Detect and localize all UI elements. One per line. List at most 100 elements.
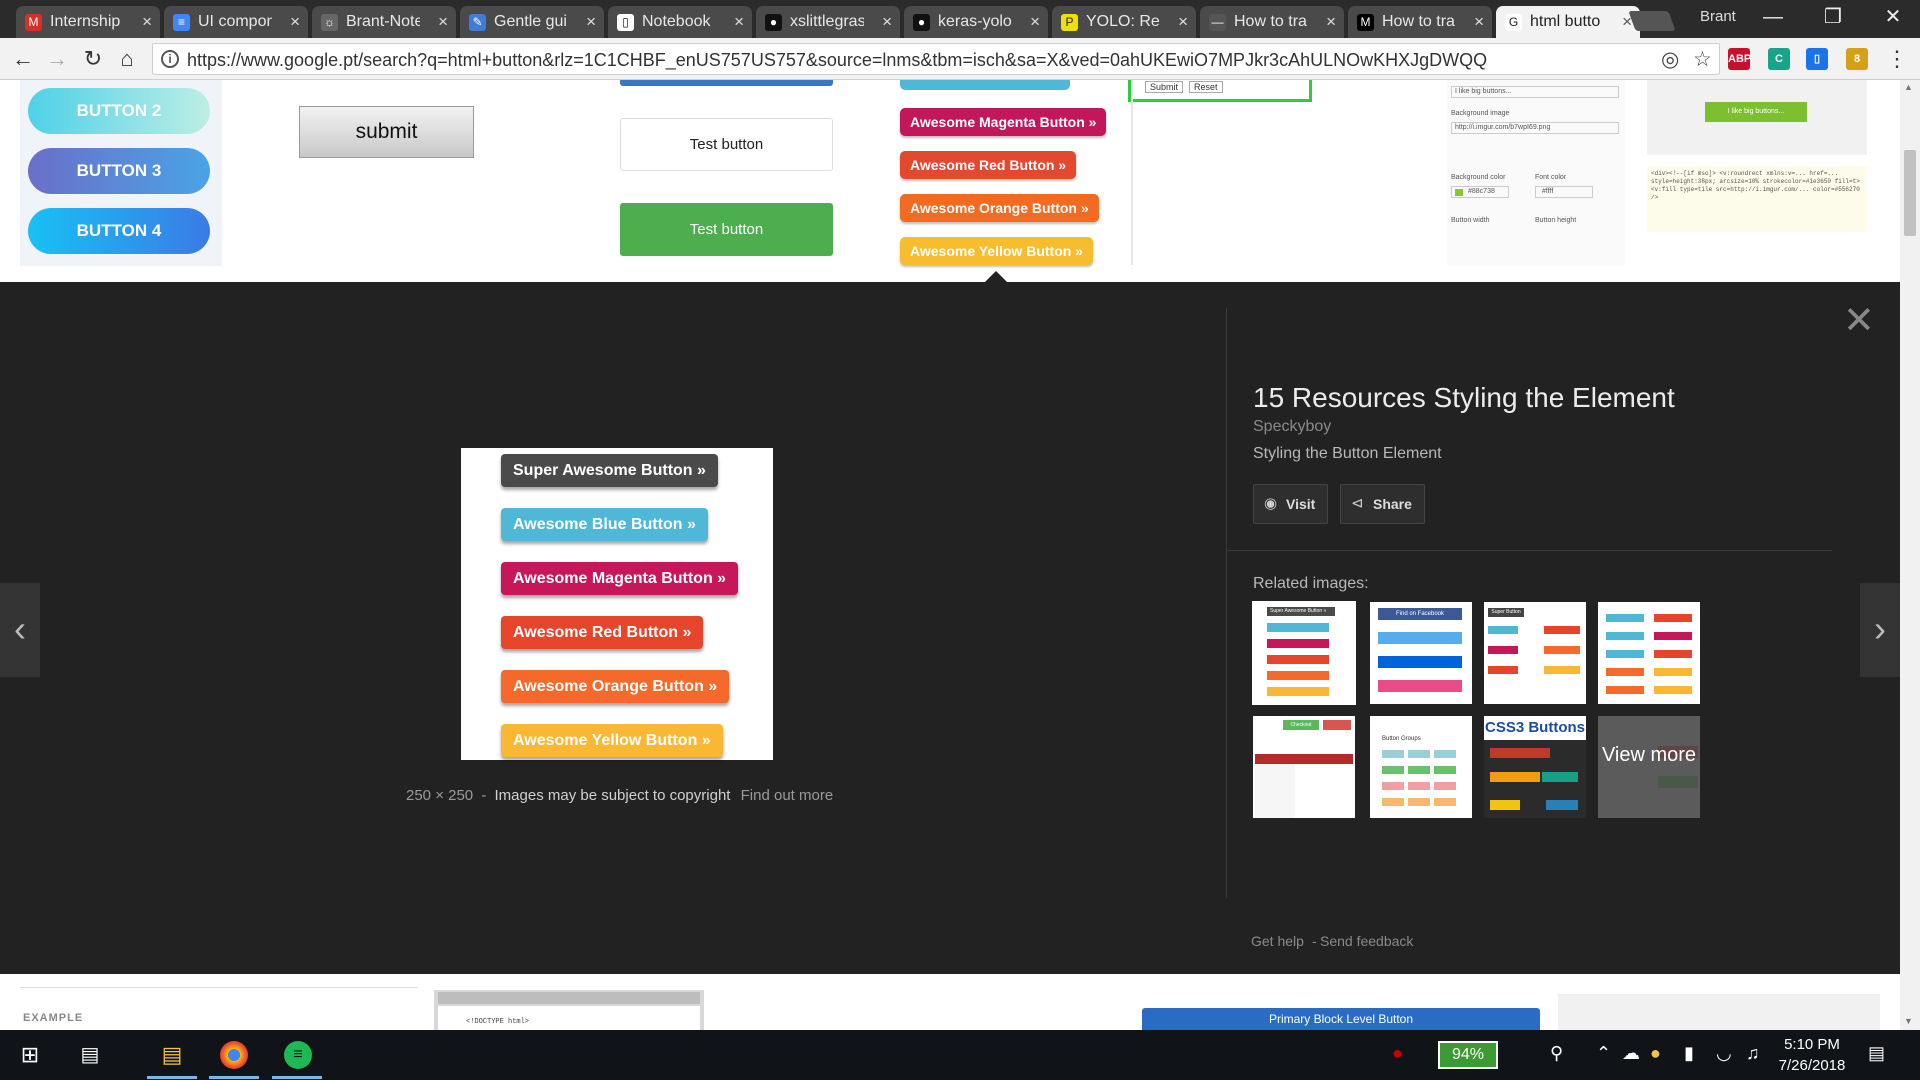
browser-tab[interactable]: ≡ UI compon × [164,6,308,38]
tab-close-icon[interactable]: × [1474,6,1484,38]
related-image-thumb[interactable]: Find on Facebook [1370,602,1472,704]
file-explorer-icon[interactable]: ▤ [156,1039,188,1071]
thumb-bar [1408,798,1430,806]
action-center-icon[interactable]: ▤ [1868,1043,1885,1064]
onedrive-icon[interactable]: ☁ [1622,1043,1640,1064]
related-image-thumb[interactable] [1598,602,1700,704]
tab-favicon-icon: — [1209,14,1226,31]
preview-awesome-button: Awesome Magenta Button » [501,562,739,595]
restore-icon[interactable]: ❐ [1810,0,1856,36]
people-icon[interactable]: ⚲ [1550,1043,1563,1064]
tab-close-icon[interactable]: × [438,6,448,38]
result-form-image[interactable]: I like big buttons... Background image h… [1447,80,1625,266]
related-image-thumb[interactable]: Super Button [1484,602,1586,704]
address-bar[interactable]: i https://www.google.pt/search?q=html+bu… [152,43,1720,75]
task-view-icon[interactable]: ▤ [74,1039,106,1071]
related-image-thumb[interactable]: CSS3 Buttons [1484,716,1586,818]
wifi-icon[interactable]: ◡ [1716,1043,1732,1064]
result-image[interactable] [1558,994,1880,1030]
thumb-bar [1382,798,1404,806]
submit-small-button: Submit [1145,81,1184,93]
send-feedback-link[interactable]: Send feedback [1320,933,1413,949]
thumb-bar [1488,626,1518,634]
tab-close-icon[interactable]: × [734,6,744,38]
adblock-icon[interactable]: ABP [1728,48,1751,70]
next-arrow-icon[interactable]: › [1860,583,1900,677]
back-icon[interactable]: ← [8,44,38,74]
result-awesome-button: Awesome Red Button » [900,151,1077,179]
tab-close-icon[interactable]: × [142,6,152,38]
new-tab-button[interactable] [1628,11,1676,31]
volume-icon[interactable]: ♫ [1746,1043,1760,1064]
running-indicator [209,1076,259,1079]
browser-tab[interactable]: Ghtml butto × [1496,6,1640,38]
thumb-bar [1490,748,1550,758]
tray-chevron-icon[interactable]: ⌃ [1596,1043,1611,1064]
viewer-separator [1226,550,1832,551]
browser-tab[interactable]: M Internship × [16,6,160,38]
tab-close-icon[interactable]: × [1178,6,1188,38]
find-out-more-link[interactable]: Find out more [741,787,834,804]
image-title[interactable]: 15 Resources Styling the Element [1253,382,1675,414]
tab-close-icon[interactable]: × [586,6,596,38]
thumb-bar [1323,720,1351,730]
scroll-up-icon[interactable]: ▲ [1904,82,1913,92]
thumb-button [1267,623,1329,632]
forward-icon[interactable]: → [42,44,72,74]
site-info-icon[interactable]: i [161,50,179,68]
browser-tab[interactable]: ▯ Notebook × [608,6,752,38]
page-scrollbar[interactable]: ▲ ▼ [1900,80,1920,1030]
thumb-bar [1255,754,1353,764]
preview-image[interactable]: Super Awesome Button » Awesome Blue Butto… [461,448,773,760]
spotify-icon[interactable]: ≡ [284,1041,312,1069]
visit-button[interactable]: ◉ Visit [1253,484,1329,524]
grammarly-icon[interactable]: C [1768,48,1790,70]
result-image[interactable]: I like big buttons... [1647,80,1867,155]
profile-name[interactable]: Brant [1700,8,1736,25]
minimize-icon[interactable]: — [1750,0,1796,36]
result-form-box: Submit Reset [1128,80,1312,102]
share-button[interactable]: ⊲ Share [1340,484,1425,524]
related-image-thumb[interactable]: Button Groups [1370,716,1472,818]
scroll-down-icon[interactable]: ▼ [1904,1016,1913,1026]
browser-tab[interactable]: P YOLO: Real × [1052,6,1196,38]
browser-tab[interactable]: — How to tra × [1200,6,1344,38]
view-more-button[interactable]: View more [1598,716,1700,818]
close-window-icon[interactable]: ✕ [1870,0,1916,36]
battery-indicator[interactable]: 94% [1438,1041,1498,1069]
clock-time: 5:10 PM [1784,1036,1840,1053]
tab-close-icon[interactable]: × [1030,6,1040,38]
close-icon[interactable]: ✕ [1843,302,1875,340]
get-help-link[interactable]: Get help [1251,933,1304,949]
browser-tab[interactable]: M How to tra × [1348,6,1492,38]
home-icon[interactable]: ⌂ [112,44,142,74]
location-icon[interactable]: ◎ [1661,47,1679,72]
browser-tab[interactable]: ● xslittlegras × [756,6,900,38]
browser-tab[interactable]: ✎ Gentle gui × [460,6,604,38]
related-image-thumb[interactable]: Super Awesome Button » [1252,601,1356,705]
security-tray-icon[interactable]: ● [1392,1043,1403,1064]
previous-arrow-icon[interactable]: ‹ [0,583,40,677]
tab-close-icon[interactable]: × [290,6,300,38]
result-image[interactable]: <!DOCTYPE html> [434,990,704,1030]
tab-title: YOLO: Real [1086,13,1160,30]
app-tray-icon[interactable]: ● [1650,1043,1661,1064]
system-clock[interactable]: 5:10 PM 7/26/2018 [1776,1034,1848,1076]
battery-icon[interactable]: ▮ [1684,1043,1694,1064]
tab-favicon-icon: ✎ [469,14,486,31]
menu-icon[interactable]: ⋮ [1882,44,1912,74]
related-image-thumb[interactable]: Checkout [1253,716,1355,818]
notes-extension-icon[interactable]: 8 [1846,48,1868,70]
tab-close-icon[interactable]: × [882,6,892,38]
scrollbar-thumb[interactable] [1904,150,1916,236]
result-code-image[interactable]: <div><!--[if mso]> <v:roundrect xmlns:v=… [1647,166,1867,232]
chrome-icon[interactable] [220,1041,248,1069]
windows-start-icon[interactable]: ⊞ [14,1039,46,1071]
reload-icon[interactable]: ↻ [78,44,108,74]
bookmark-star-icon[interactable]: ☆ [1693,47,1712,72]
browser-tab[interactable]: ☼ Brant-Note × [312,6,456,38]
image-source-site[interactable]: Speckyboy [1253,418,1331,436]
browser-tab[interactable]: ● keras-yolo × [904,6,1048,38]
extension-icon[interactable]: ▯ [1806,48,1828,70]
tab-close-icon[interactable]: × [1326,6,1336,38]
